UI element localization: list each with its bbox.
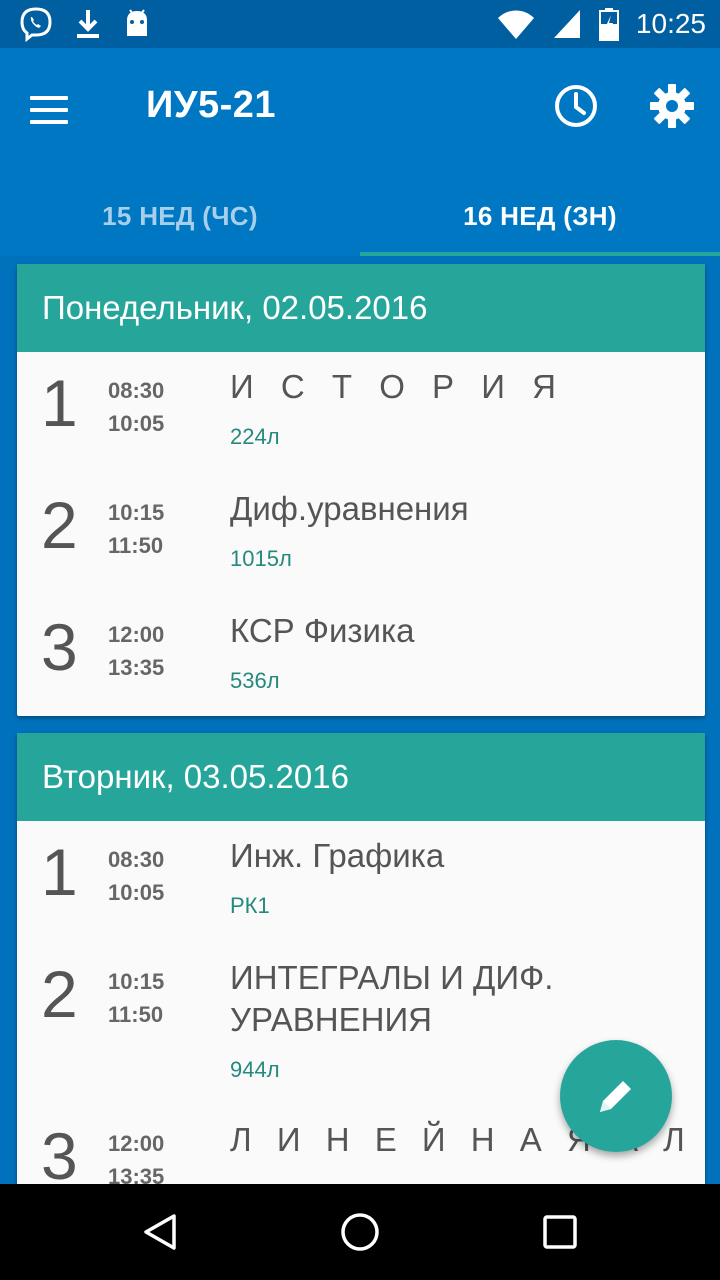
pencil-icon [600,1081,631,1112]
settings-icon[interactable] [648,82,696,130]
lesson-room: РК1 [230,893,270,918]
back-button[interactable] [136,1208,184,1256]
lesson-start: 10:15 [108,500,165,525]
lesson-subject: Диф.уравнения [230,490,469,527]
app-bar: ИУ5-21 15 НЕД (ЧС) 16 НЕД (ЗН) [0,48,720,256]
clock-icon[interactable] [552,82,600,130]
lesson-subject: ИНТЕГРАЛЫ И ДИФ. УРАВНЕНИЯ [230,959,554,1038]
lesson-times: 10:15 11:50 [108,496,164,562]
download-icon [77,10,99,38]
lesson-room: 944л [230,1057,280,1082]
android-icon [127,9,147,36]
lesson-number: 1 [41,366,78,440]
battery-charging-icon [598,8,619,41]
lesson-end: 11:50 [108,533,164,558]
lesson-start: 12:00 [108,1131,165,1156]
lesson-start: 12:00 [108,622,165,647]
lesson-times: 08:30 10:05 [108,843,164,909]
day-header: Понедельник, 02.05.2016 [17,264,705,352]
lesson-subject: И С Т О Р И Я [230,368,565,405]
lesson-end: 13:35 [108,655,165,680]
back-icon [144,1214,176,1250]
lesson-number: 3 [41,1119,78,1184]
wifi-icon [497,10,534,39]
lesson-number: 3 [41,610,78,684]
week-tabs: 15 НЕД (ЧС) 16 НЕД (ЗН) [0,176,720,256]
lesson-times: 12:00 13:35 [108,1127,164,1184]
page-title: ИУ5-21 [146,84,277,126]
recents-icon [543,1215,577,1249]
lesson-start: 08:30 [108,847,165,872]
tab-week-16[interactable]: 16 НЕД (ЗН) [360,176,720,256]
tab-week-15[interactable]: 15 НЕД (ЧС) [0,176,360,256]
lesson-room: 536л [230,668,280,693]
home-button[interactable] [336,1208,384,1256]
lesson-item[interactable]: 1 08:30 10:05 Инж. Графика РК1 [17,821,705,943]
menu-icon[interactable] [30,84,82,136]
lesson-item[interactable]: 2 10:15 11:50 Диф.уравнения 1015л [17,474,705,596]
lesson-times: 10:15 11:50 [108,965,164,1031]
home-icon [341,1213,379,1251]
day-card-monday: Понедельник, 02.05.2016 1 08:30 10:05 И … [17,264,705,716]
lesson-end: 11:50 [108,1002,164,1027]
lesson-times: 12:00 13:35 [108,618,164,684]
lesson-room: 224л [230,424,280,449]
lesson-end: 13:35 [108,1164,165,1184]
lesson-end: 10:05 [108,880,165,905]
lesson-number: 2 [41,488,78,562]
lesson-item[interactable]: 1 08:30 10:05 И С Т О Р И Я 224л [17,352,705,474]
lesson-item[interactable]: 3 12:00 13:35 КСР Физика 536л [17,596,705,716]
edit-button[interactable] [560,1040,672,1152]
signal-icon [553,10,580,38]
status-time: 10:25 [635,8,706,39]
status-bar: 10:25 [0,0,720,48]
lesson-start: 08:30 [108,378,165,403]
lesson-subject: Инж. Графика [230,837,445,874]
recents-button[interactable] [536,1208,584,1256]
day-header: Вторник, 03.05.2016 [17,733,705,821]
lesson-room: 1015л [230,546,292,571]
lesson-end: 10:05 [108,411,165,436]
system-nav-bar [0,1184,720,1280]
lesson-number: 1 [41,835,78,909]
lesson-number: 2 [41,957,78,1031]
lesson-start: 10:15 [108,969,165,994]
viber-icon [20,7,52,42]
lesson-subject: КСР Физика [230,612,415,649]
lesson-times: 08:30 10:05 [108,374,164,440]
